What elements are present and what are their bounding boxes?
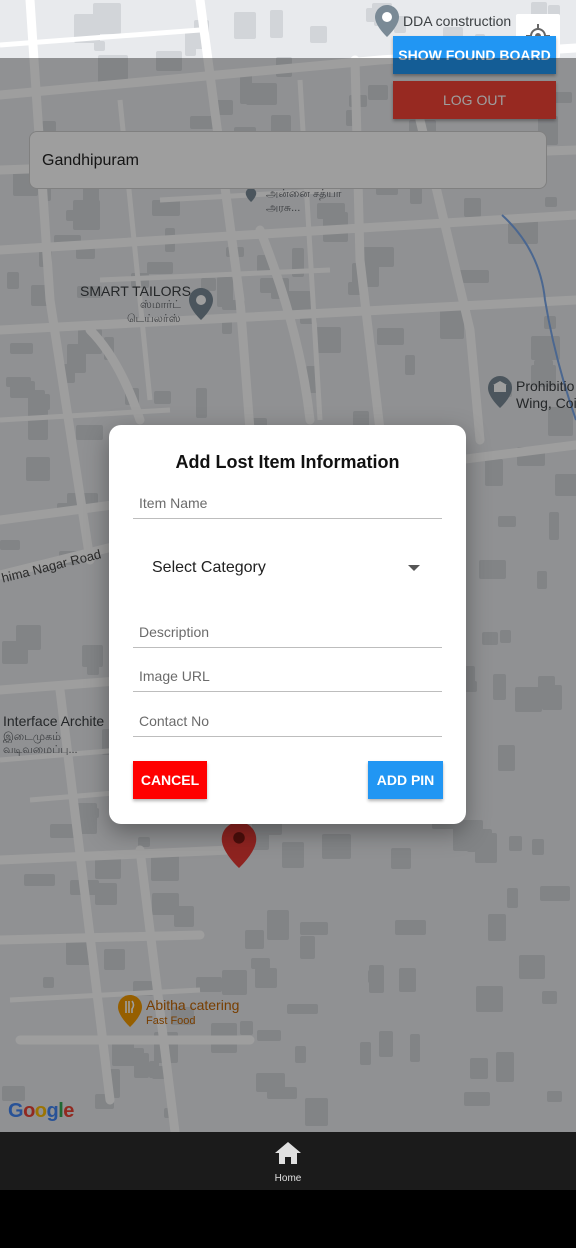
category-select[interactable]: Select Category (133, 544, 442, 592)
home-icon (275, 1142, 301, 1164)
description-field (133, 604, 442, 648)
bottom-navigation: Home (0, 1132, 576, 1190)
contact-input[interactable] (133, 693, 442, 736)
item-name-field (133, 475, 442, 519)
item-name-input[interactable] (133, 475, 442, 518)
system-navigation-bar (0, 1190, 576, 1248)
nav-item-home[interactable]: Home (262, 1140, 314, 1186)
map-building-block (310, 26, 327, 43)
image-url-field (133, 648, 442, 692)
description-input[interactable] (133, 604, 442, 647)
dropdown-arrow-icon (408, 565, 420, 571)
map-label-dda: DDA construction (403, 13, 512, 29)
map-building-block (234, 12, 256, 39)
add-lost-item-dialog: Add Lost Item Information Select Categor… (109, 425, 466, 824)
contact-field (133, 693, 442, 737)
dialog-title: Add Lost Item Information (175, 452, 400, 472)
cancel-button[interactable]: CANCEL (133, 761, 207, 799)
app-screen: DDA construction அன்னை சத்யா அரசு... SMA… (0, 0, 576, 1248)
image-url-input[interactable] (133, 648, 442, 691)
map-building-block (270, 10, 283, 38)
category-select-label: Select Category (152, 559, 266, 576)
add-pin-button[interactable]: ADD PIN (368, 761, 443, 799)
nav-home-label: Home (274, 1173, 302, 1184)
